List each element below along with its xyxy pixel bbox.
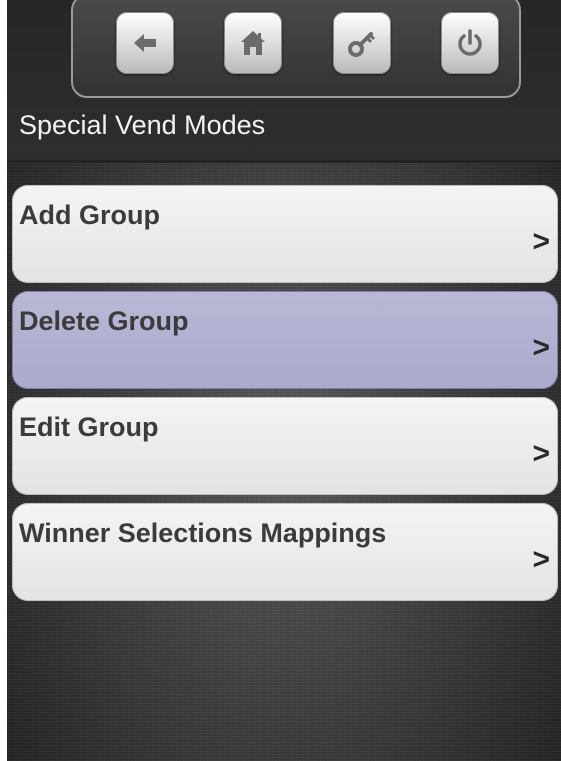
menu-item-label: Add Group bbox=[19, 200, 160, 230]
menu-item-label: Edit Group bbox=[19, 412, 159, 442]
chevron-right-icon: > bbox=[532, 437, 550, 470]
chevron-right-icon: > bbox=[532, 225, 550, 258]
power-button[interactable] bbox=[441, 12, 499, 74]
winner-selections-mappings-item[interactable]: Winner Selections Mappings > bbox=[12, 503, 558, 601]
key-button[interactable] bbox=[333, 12, 391, 74]
menu-item-label: Winner Selections Mappings bbox=[19, 518, 387, 548]
header: Special Vend Modes bbox=[7, 0, 561, 163]
edit-group-item[interactable]: Edit Group > bbox=[12, 397, 558, 495]
power-icon bbox=[458, 29, 482, 56]
chevron-right-icon: > bbox=[532, 331, 550, 364]
home-icon bbox=[241, 31, 265, 55]
toolbar bbox=[71, 0, 521, 98]
home-button[interactable] bbox=[224, 12, 282, 74]
key-icon bbox=[348, 32, 376, 57]
chevron-right-icon: > bbox=[532, 543, 550, 576]
add-group-item[interactable]: Add Group > bbox=[12, 185, 558, 283]
page-title: Special Vend Modes bbox=[19, 110, 266, 140]
menu-item-label: Delete Group bbox=[19, 306, 189, 336]
delete-group-item[interactable]: Delete Group > bbox=[12, 291, 558, 389]
back-button[interactable] bbox=[116, 12, 174, 74]
back-arrow-icon bbox=[134, 34, 156, 52]
menu-list: Add Group > Delete Group > Edit Group > … bbox=[12, 185, 558, 609]
screen: Special Vend Modes Add Group > Delete Gr… bbox=[7, 0, 561, 761]
